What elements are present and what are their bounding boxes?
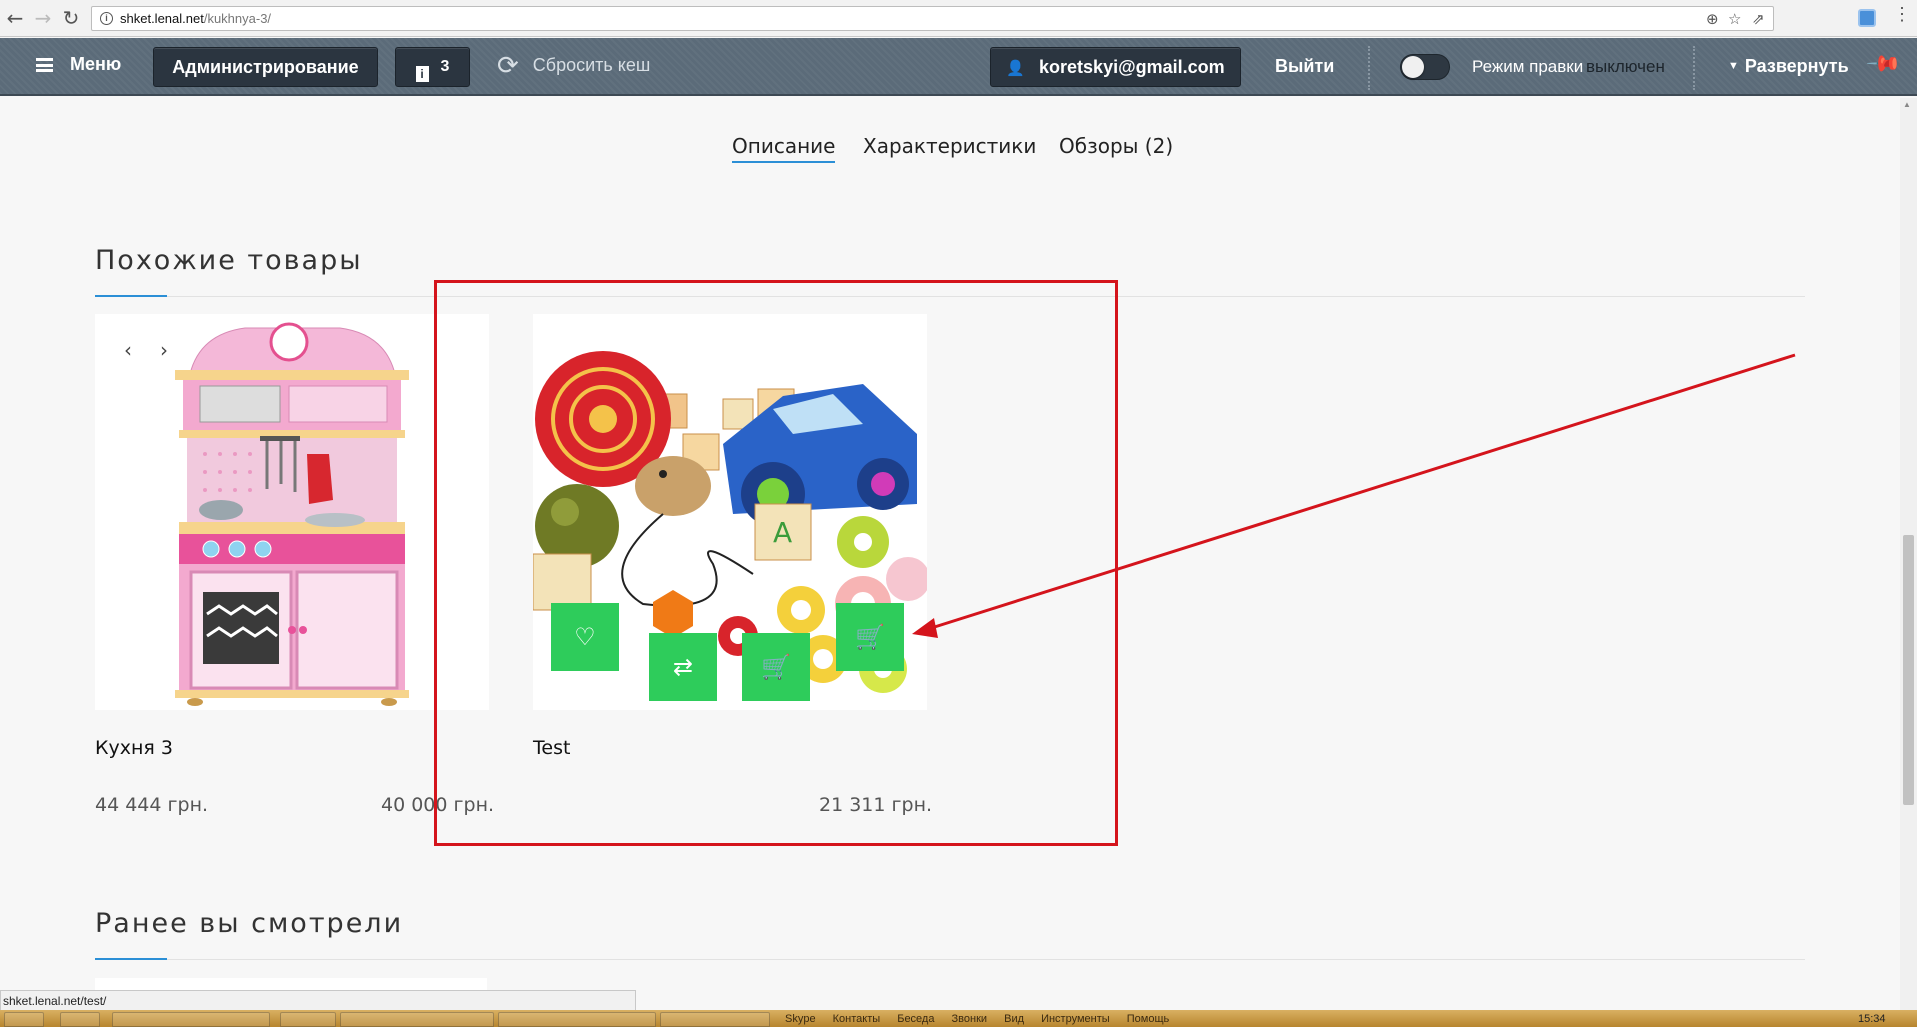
scroll-up-icon[interactable]: ▲ — [1903, 100, 1911, 109]
skype-menu: Skype Контакты Беседа Звонки Вид Инструм… — [785, 1013, 1183, 1025]
menu-item[interactable]: Вид — [1004, 1013, 1024, 1025]
taskbar-app[interactable] — [660, 1012, 770, 1027]
windows-taskbar: Skype Контакты Беседа Звонки Вид Инструм… — [0, 1010, 1917, 1027]
section-accent — [95, 958, 167, 960]
taskbar-app[interactable] — [112, 1012, 270, 1027]
menu-item[interactable]: Звонки — [952, 1013, 988, 1025]
menu-item[interactable]: Инструменты — [1041, 1013, 1110, 1025]
taskbar-app[interactable] — [60, 1012, 100, 1027]
scrollbar-thumb[interactable] — [1903, 535, 1914, 805]
link-status-bubble: shket.lenal.net/test/ — [0, 990, 636, 1011]
menu-item[interactable]: Контакты — [833, 1013, 881, 1025]
menu-item[interactable]: Беседа — [897, 1013, 934, 1025]
annotation-arrow — [912, 353, 1796, 638]
start-button[interactable] — [4, 1012, 44, 1027]
taskbar-app[interactable] — [498, 1012, 656, 1027]
taskbar-clock: 15:34 — [1858, 1013, 1886, 1025]
menu-item[interactable]: Skype — [785, 1013, 816, 1025]
menu-item[interactable]: Помощь — [1127, 1013, 1170, 1025]
taskbar-app[interactable] — [280, 1012, 336, 1027]
taskbar-app[interactable] — [340, 1012, 494, 1027]
recently-viewed-title: Ранее вы смотрели — [95, 908, 404, 939]
section-divider — [95, 958, 1805, 960]
